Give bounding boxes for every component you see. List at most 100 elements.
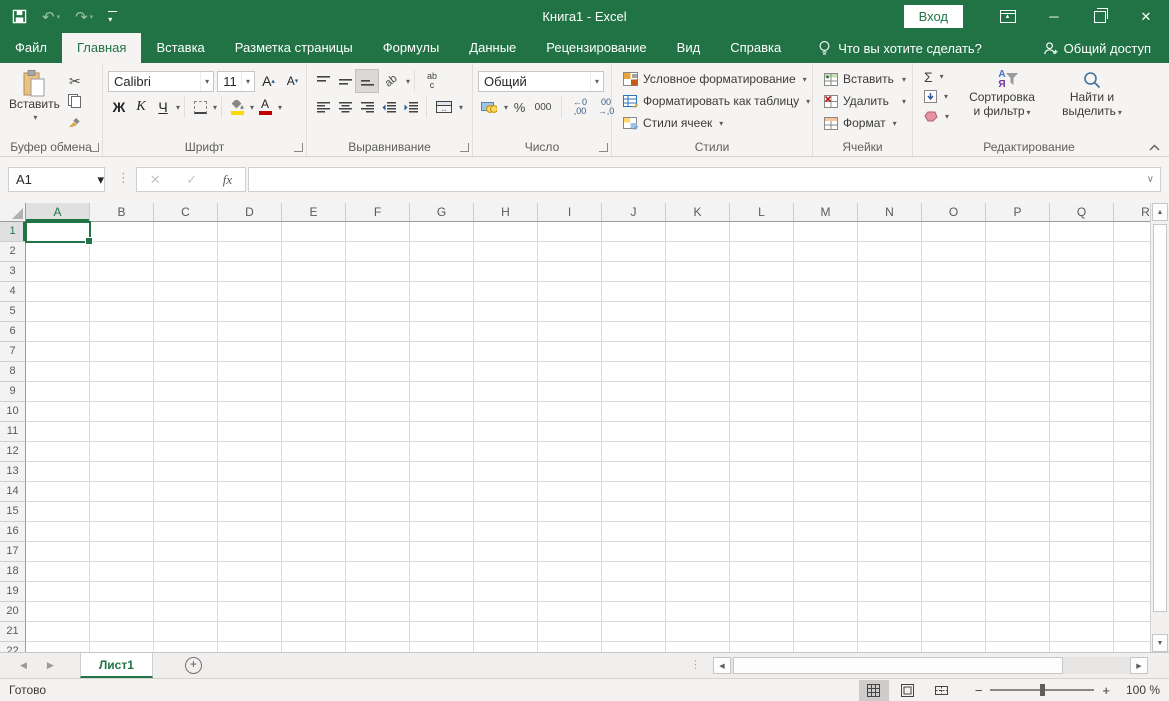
cell-I22[interactable] bbox=[538, 642, 602, 652]
cell-F9[interactable] bbox=[346, 382, 410, 402]
cell-L3[interactable] bbox=[730, 262, 794, 282]
cell-B21[interactable] bbox=[90, 622, 154, 642]
cell-I19[interactable] bbox=[538, 582, 602, 602]
cell-J1[interactable] bbox=[602, 222, 666, 242]
cell-L18[interactable] bbox=[730, 562, 794, 582]
zoom-level-label[interactable]: 100 % bbox=[1118, 683, 1160, 697]
cell-A17[interactable] bbox=[26, 542, 90, 562]
cell-G11[interactable] bbox=[410, 422, 474, 442]
column-header-C[interactable]: C bbox=[154, 203, 218, 221]
underline-dropdown-arrow[interactable]: ▾ bbox=[176, 103, 180, 112]
column-header-D[interactable]: D bbox=[218, 203, 282, 221]
cell-F4[interactable] bbox=[346, 282, 410, 302]
cell-O14[interactable] bbox=[922, 482, 986, 502]
cell-C20[interactable] bbox=[154, 602, 218, 622]
row-header-16[interactable]: 16 bbox=[0, 522, 26, 542]
cell-L16[interactable] bbox=[730, 522, 794, 542]
cell-R7[interactable] bbox=[1114, 342, 1150, 362]
cell-C9[interactable] bbox=[154, 382, 218, 402]
cell-G13[interactable] bbox=[410, 462, 474, 482]
cell-E7[interactable] bbox=[282, 342, 346, 362]
cell-H3[interactable] bbox=[474, 262, 538, 282]
cell-R16[interactable] bbox=[1114, 522, 1150, 542]
cell-L9[interactable] bbox=[730, 382, 794, 402]
cell-O22[interactable] bbox=[922, 642, 986, 652]
cell-D14[interactable] bbox=[218, 482, 282, 502]
bold-button[interactable]: Ж bbox=[108, 96, 130, 118]
cell-C15[interactable] bbox=[154, 502, 218, 522]
cell-K3[interactable] bbox=[666, 262, 730, 282]
cell-H18[interactable] bbox=[474, 562, 538, 582]
cell-N11[interactable] bbox=[858, 422, 922, 442]
row-header-21[interactable]: 21 bbox=[0, 622, 26, 642]
row-header-20[interactable]: 20 bbox=[0, 602, 26, 622]
cell-R2[interactable] bbox=[1114, 242, 1150, 262]
cell-I20[interactable] bbox=[538, 602, 602, 622]
cell-J5[interactable] bbox=[602, 302, 666, 322]
cell-M20[interactable] bbox=[794, 602, 858, 622]
cell-Q8[interactable] bbox=[1050, 362, 1114, 382]
cell-J7[interactable] bbox=[602, 342, 666, 362]
cell-E8[interactable] bbox=[282, 362, 346, 382]
cell-F15[interactable] bbox=[346, 502, 410, 522]
font-name-combo[interactable]: Calibri ▾ bbox=[108, 71, 214, 92]
row-header-17[interactable]: 17 bbox=[0, 542, 26, 562]
cell-K7[interactable] bbox=[666, 342, 730, 362]
cell-P12[interactable] bbox=[986, 442, 1050, 462]
zoom-slider-thumb[interactable] bbox=[1040, 684, 1045, 696]
cell-E10[interactable] bbox=[282, 402, 346, 422]
cell-R21[interactable] bbox=[1114, 622, 1150, 642]
cell-J15[interactable] bbox=[602, 502, 666, 522]
cell-B2[interactable] bbox=[90, 242, 154, 262]
cell-D10[interactable] bbox=[218, 402, 282, 422]
page-break-view-button[interactable] bbox=[927, 680, 957, 701]
cell-J10[interactable] bbox=[602, 402, 666, 422]
cell-H4[interactable] bbox=[474, 282, 538, 302]
cell-J13[interactable] bbox=[602, 462, 666, 482]
cell-H15[interactable] bbox=[474, 502, 538, 522]
cell-G17[interactable] bbox=[410, 542, 474, 562]
align-top-button[interactable] bbox=[312, 70, 334, 92]
increase-indent-button[interactable] bbox=[400, 96, 422, 118]
cell-L11[interactable] bbox=[730, 422, 794, 442]
cell-D13[interactable] bbox=[218, 462, 282, 482]
cell-C10[interactable] bbox=[154, 402, 218, 422]
cell-G14[interactable] bbox=[410, 482, 474, 502]
cell-K9[interactable] bbox=[666, 382, 730, 402]
cell-D9[interactable] bbox=[218, 382, 282, 402]
row-header-19[interactable]: 19 bbox=[0, 582, 26, 602]
cell-K18[interactable] bbox=[666, 562, 730, 582]
cell-B5[interactable] bbox=[90, 302, 154, 322]
cell-P2[interactable] bbox=[986, 242, 1050, 262]
cell-G1[interactable] bbox=[410, 222, 474, 242]
cell-O13[interactable] bbox=[922, 462, 986, 482]
cell-L14[interactable] bbox=[730, 482, 794, 502]
horizontal-scroll-track[interactable] bbox=[731, 657, 1130, 674]
cell-A22[interactable] bbox=[26, 642, 90, 652]
sign-in-button[interactable]: Вход bbox=[904, 5, 963, 28]
cell-Q15[interactable] bbox=[1050, 502, 1114, 522]
underline-button[interactable]: Ч bbox=[152, 96, 174, 118]
copy-button[interactable] bbox=[64, 93, 86, 109]
row-header-18[interactable]: 18 bbox=[0, 562, 26, 582]
cell-O8[interactable] bbox=[922, 362, 986, 382]
cell-I16[interactable] bbox=[538, 522, 602, 542]
cell-O11[interactable] bbox=[922, 422, 986, 442]
cell-I14[interactable] bbox=[538, 482, 602, 502]
cell-G10[interactable] bbox=[410, 402, 474, 422]
cell-F11[interactable] bbox=[346, 422, 410, 442]
cell-C11[interactable] bbox=[154, 422, 218, 442]
insert-function-button[interactable]: fx bbox=[223, 172, 232, 188]
font-size-combo[interactable]: 11 ▾ bbox=[217, 71, 255, 92]
cell-M6[interactable] bbox=[794, 322, 858, 342]
cell-O16[interactable] bbox=[922, 522, 986, 542]
cell-E16[interactable] bbox=[282, 522, 346, 542]
percent-style-button[interactable]: % bbox=[510, 96, 529, 118]
column-header-N[interactable]: N bbox=[858, 203, 922, 221]
cell-J21[interactable] bbox=[602, 622, 666, 642]
cell-M3[interactable] bbox=[794, 262, 858, 282]
cell-B15[interactable] bbox=[90, 502, 154, 522]
cell-F12[interactable] bbox=[346, 442, 410, 462]
cell-O3[interactable] bbox=[922, 262, 986, 282]
cell-N17[interactable] bbox=[858, 542, 922, 562]
